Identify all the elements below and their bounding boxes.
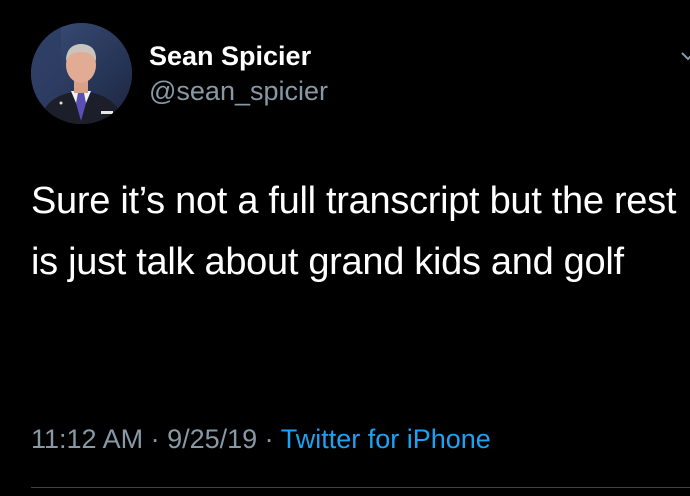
meta-separator: · xyxy=(257,424,281,454)
avatar[interactable] xyxy=(31,23,132,124)
author-handle[interactable]: @sean_spicier xyxy=(149,75,328,107)
tweet-metadata: 11:12 AM · 9/25/19 · Twitter for iPhone xyxy=(31,422,491,456)
tweet-time[interactable]: 11:12 AM xyxy=(31,424,143,454)
chevron-down-icon[interactable] xyxy=(680,48,690,64)
tweet-date[interactable]: 9/25/19 xyxy=(167,424,257,454)
profile-photo-icon xyxy=(31,23,132,124)
tweet-text: Sure it’s not a full transcript but the … xyxy=(31,180,677,283)
tweet-card: Sean Spicier @sean_spicier Sure it’s not… xyxy=(0,0,690,496)
tweet-source-link[interactable]: Twitter for iPhone xyxy=(281,424,491,454)
author-name[interactable]: Sean Spicier xyxy=(149,40,311,72)
meta-separator: · xyxy=(143,424,168,454)
divider xyxy=(31,487,690,488)
